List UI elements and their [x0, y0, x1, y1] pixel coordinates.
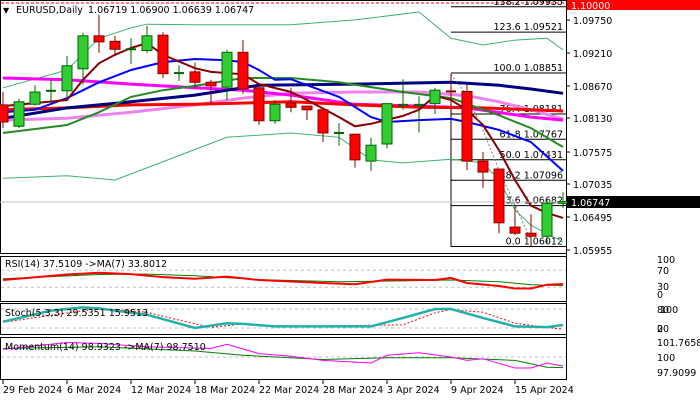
fib-level-label: 123.6 1.09521: [493, 22, 563, 33]
top-price-label: 1.10000: [571, 1, 610, 12]
candle-body: [509, 226, 521, 234]
candle: [381, 103, 393, 149]
candle-body: [301, 105, 313, 111]
candle-body: [461, 90, 473, 162]
candle-body: [253, 87, 265, 122]
candle: [253, 87, 265, 126]
candle-body: [77, 35, 89, 70]
candle-body: [237, 51, 249, 90]
candle-body: [0, 104, 9, 123]
time-axis-label: 6 Mar 2024: [67, 385, 121, 396]
ohlc-readout: 1.06719 1.06900 1.06639 1.06747: [88, 5, 254, 16]
candle: [541, 198, 553, 243]
fib-level-label: 138.2 1.09935: [493, 0, 563, 8]
candle-body: [493, 168, 505, 224]
candle-body: [541, 202, 553, 237]
price-axis-label: 1.07575: [573, 148, 612, 159]
candle: [13, 98, 25, 129]
time-axis-label: 12 Mar 2024: [131, 385, 191, 396]
time-axis-label: 18 Mar 2024: [195, 385, 255, 396]
candle-body: [365, 144, 377, 162]
time-axis-label: 9 Apr 2024: [451, 385, 504, 396]
candle-body: [429, 89, 441, 105]
candle-body: [525, 232, 537, 237]
rsi-axis-100: 100: [657, 255, 675, 266]
candle-body: [221, 51, 233, 88]
stoch-axis-100: 100: [660, 305, 678, 316]
candle: [461, 84, 473, 171]
price-axis-label: 1.06495: [573, 213, 612, 224]
symbol-label: EURUSD,Daily: [16, 5, 83, 16]
price-axis-labels: 1.09750 1.09210 1.08670 1.08130 1.07575 1.070…: [566, 16, 612, 257]
collapse-triangle-icon[interactable]: ▼: [3, 6, 10, 15]
candle-body: [61, 65, 73, 92]
momentum-label: Momentum(14) 98.9323 ->MA(7) 98.7510: [5, 342, 206, 353]
stoch-axis-0: 0: [657, 324, 663, 335]
candle: [157, 32, 169, 78]
price-axis-label: 1.09210: [573, 49, 612, 60]
candle-body: [157, 34, 169, 75]
trading-chart[interactable]: 138.2 1.09935 123.6 1.09521 100.0 1.08851 7…: [0, 0, 700, 400]
momentum-axis-min: 97.9099: [657, 368, 696, 379]
momentum-axis-max: 101.7658: [657, 338, 700, 349]
price-axis-label: 1.09750: [573, 16, 612, 27]
candle-body: [13, 101, 25, 127]
time-axis-label: 28 Mar 2024: [323, 385, 383, 396]
fib-level-label: 50.0 1.07431: [500, 150, 563, 161]
time-axis-label: 22 Mar 2024: [259, 385, 319, 396]
candle-body: [349, 133, 361, 161]
candle-body: [29, 91, 41, 105]
rsi-axis-0: 0: [657, 290, 663, 301]
rsi-label: RSI(14) 37.5109 ->MA(7) 33.8012: [5, 259, 167, 270]
price-axis-label: 1.08130: [573, 114, 612, 125]
fib-level-label: 38.2 1.07096: [500, 170, 563, 181]
time-axis-label: 15 Apr 2024: [515, 385, 574, 396]
price-axis-label: 1.05955: [573, 246, 612, 257]
price-axis-label: 1.07035: [573, 180, 612, 191]
rsi-axis-70: 70: [657, 266, 669, 277]
candle-body: [93, 35, 105, 43]
fib-level-label: 0.0 1.06012: [506, 237, 563, 248]
candle-body: [317, 109, 329, 134]
candle-body: [557, 201, 569, 204]
candle-body: [381, 103, 393, 145]
time-axis-label: 3 Apr 2024: [387, 385, 440, 396]
candle-body: [205, 81, 217, 87]
candle-body: [109, 40, 121, 50]
candle-body: [285, 102, 297, 108]
candle-body: [269, 103, 281, 122]
stoch-label: Stoch(5,3,3) 29.5351 15.9513: [5, 308, 148, 319]
candle-body: [189, 71, 201, 83]
price-axis-label: 1.08670: [573, 82, 612, 93]
time-axis: 29 Feb 2024 6 Mar 2024 12 Mar 2024 18 Mar 2…: [2, 380, 574, 396]
fib-level-label: 100.0 1.08851: [493, 63, 563, 74]
momentum-axis-100: 100: [657, 353, 675, 364]
time-axis-label: 29 Feb 2024: [3, 385, 62, 396]
current-price-label: 1.06747: [571, 198, 610, 209]
candle-body: [477, 160, 489, 173]
candle-body: [141, 35, 153, 51]
